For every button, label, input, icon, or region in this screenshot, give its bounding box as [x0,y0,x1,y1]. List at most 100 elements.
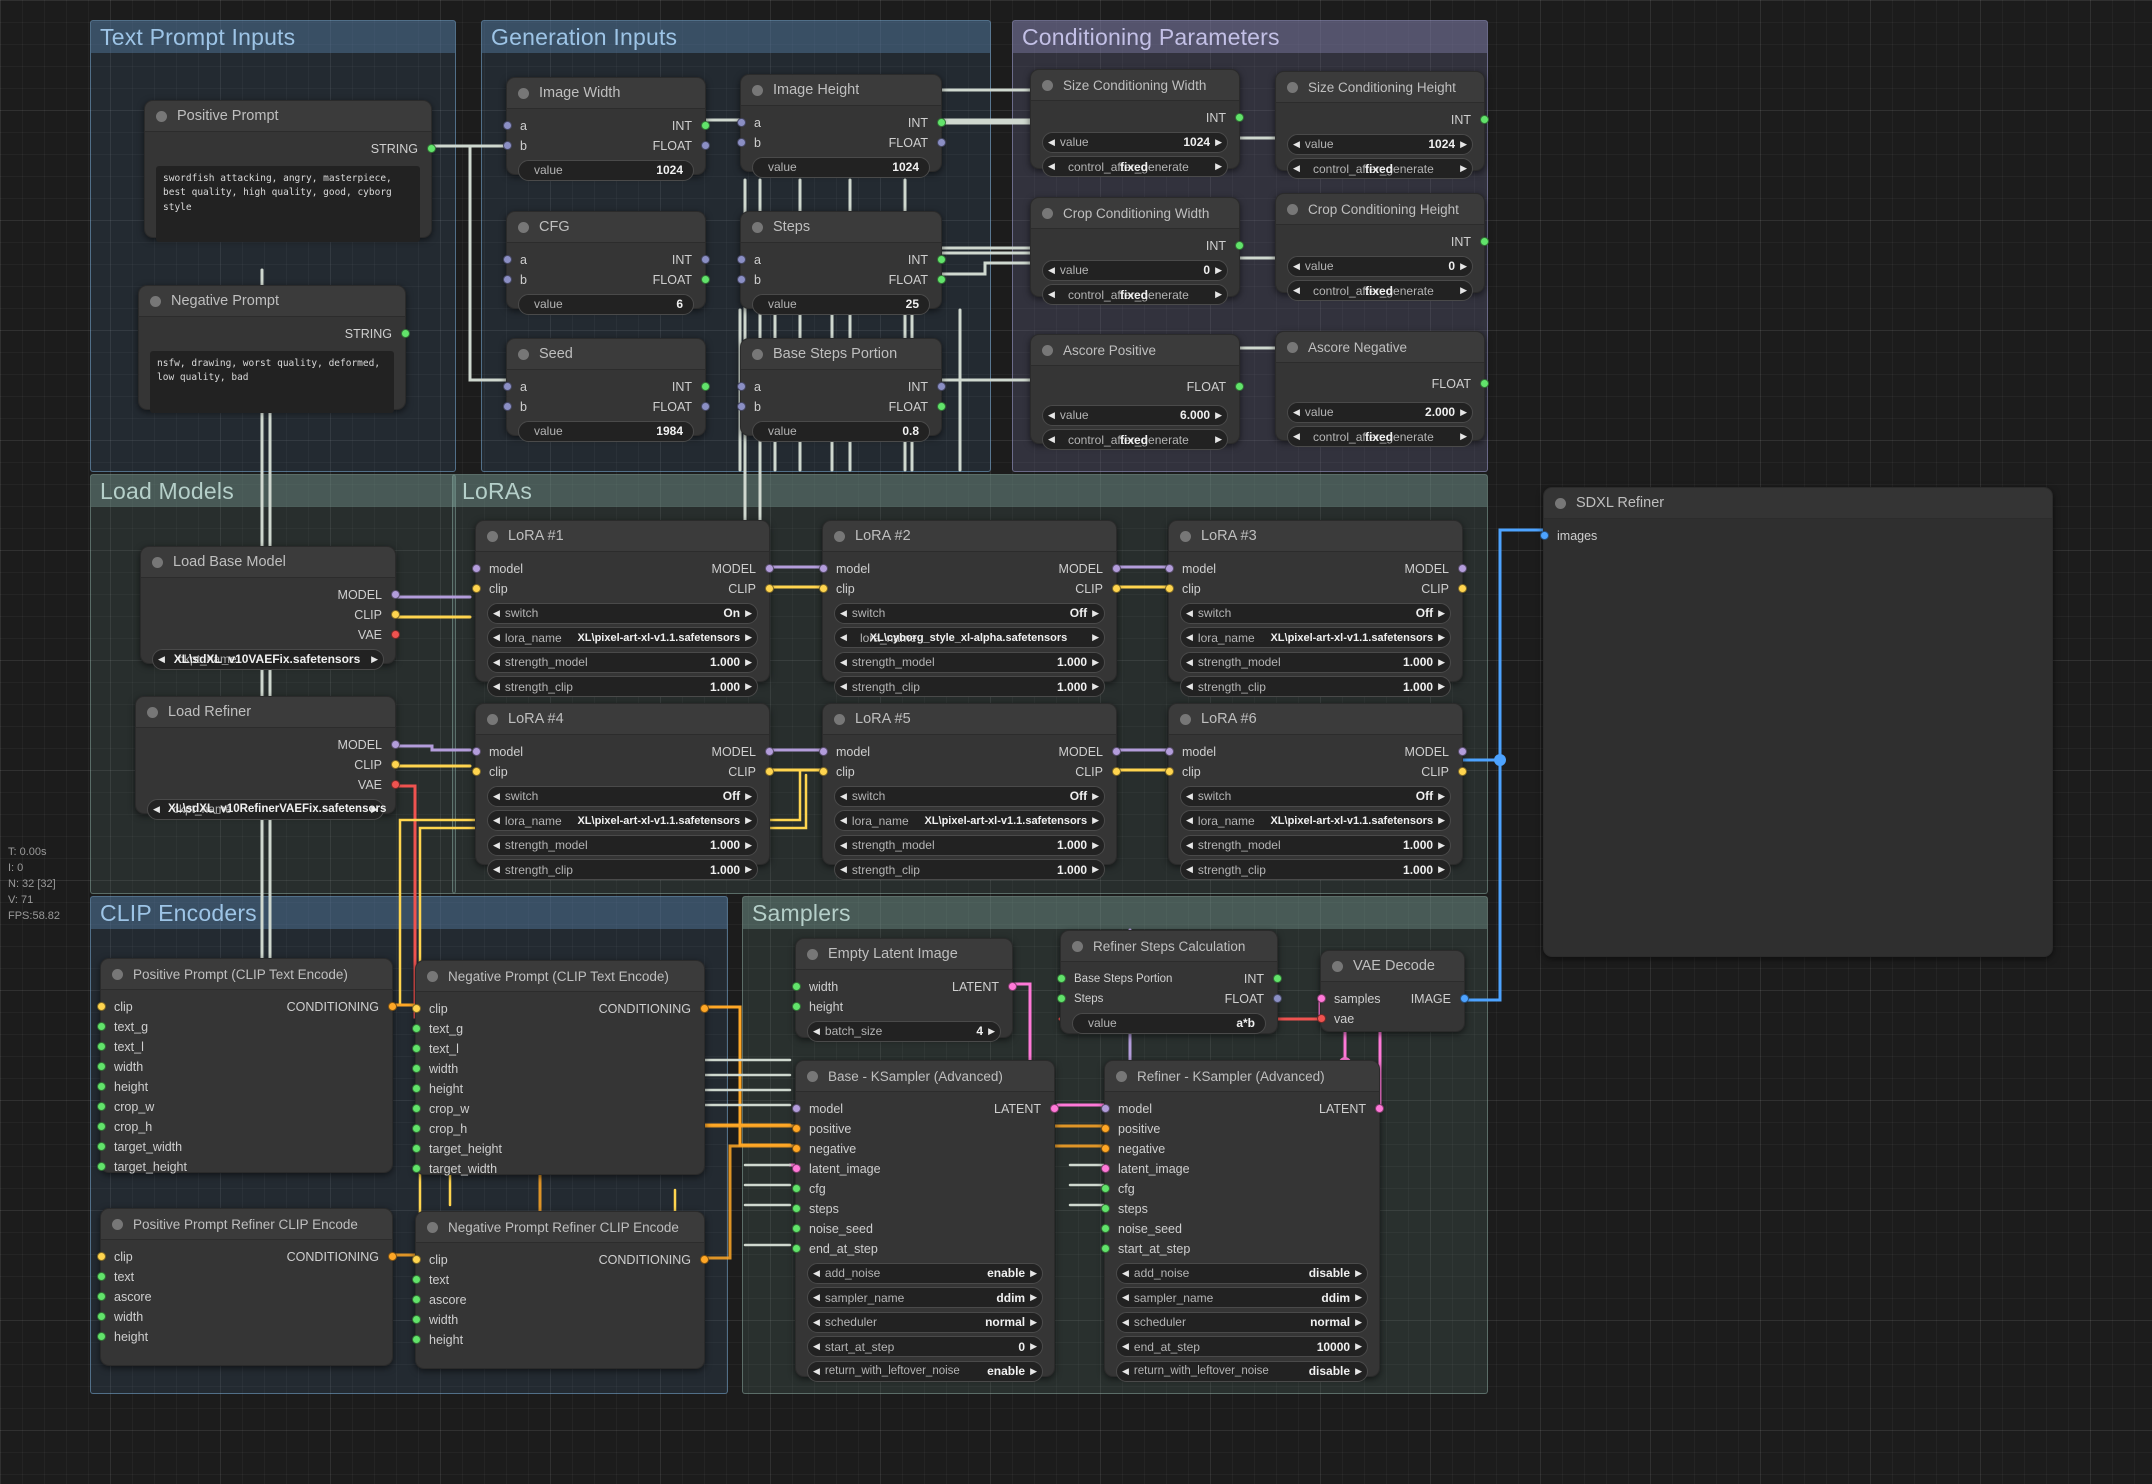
slot-positive[interactable]: positive [1100,1119,1379,1139]
collapse-dot-icon[interactable] [1180,530,1191,542]
widget-strength-clip[interactable]: ◀ strength_clip 1.000 ▶ [487,859,758,880]
output-pin[interactable] [1111,747,1121,756]
chevron-left-icon[interactable]: ◀ [1122,1366,1129,1376]
input-pin[interactable] [736,255,746,264]
output-pin[interactable] [1479,379,1489,388]
chevron-left-icon[interactable]: ◀ [1186,657,1193,667]
widget-start-at-step[interactable]: ◀ start_at_step 0 ▶ [807,1336,1043,1357]
chevron-right-icon[interactable]: ▶ [1092,608,1099,618]
output-pin[interactable] [700,255,710,264]
output-pin[interactable] [390,740,400,749]
chevron-right-icon[interactable]: ▶ [1030,1366,1037,1376]
slot-clip[interactable]: clip CONDITIONING [411,999,709,1019]
slot-b-float[interactable]: b FLOAT [736,270,946,290]
chevron-right-icon[interactable]: ▶ [1092,816,1099,825]
output-pin[interactable] [764,747,774,756]
widget-strength-model[interactable]: ◀ strength_model 1.000 ▶ [1180,651,1451,673]
input-pin[interactable] [1056,974,1066,983]
chevron-right-icon[interactable]: ▶ [745,633,752,642]
widget-sampler-name[interactable]: ◀ sampler_name ddim ▶ [1116,1287,1368,1308]
collapse-dot-icon[interactable] [807,948,818,960]
node-header[interactable]: Negative Prompt [139,286,405,317]
node-positive-refiner-clip-encode[interactable]: Positive Prompt Refiner CLIP Encode clip… [96,1208,397,1366]
slot-text-l[interactable]: text_l [96,1037,392,1057]
chevron-left-icon[interactable]: ◀ [840,633,847,642]
chevron-right-icon[interactable]: ▶ [1438,816,1445,825]
input-pin[interactable] [96,1272,106,1281]
widget-value-stepper[interactable]: ◀ value 0 ▶ [1042,259,1228,281]
slot-steps[interactable]: Steps FLOAT [1056,989,1282,1009]
collapse-dot-icon[interactable] [1287,341,1298,353]
node-empty-latent-image[interactable]: Empty Latent Image width LATENT height ◀… [791,938,1017,1042]
input-pin[interactable] [736,382,746,391]
output-pin[interactable] [390,590,400,599]
output-pin[interactable] [1479,115,1489,124]
slot-vae[interactable]: vae [1316,1009,1464,1029]
chevron-left-icon[interactable]: ◀ [1186,791,1193,801]
chevron-left-icon[interactable]: ◀ [1048,162,1055,171]
input-pin[interactable] [791,1224,801,1233]
chevron-right-icon[interactable]: ▶ [1460,432,1467,441]
chevron-right-icon[interactable]: ▶ [1092,633,1099,642]
output-pin[interactable] [1111,767,1121,776]
input-pin[interactable] [502,141,512,150]
slot-a-int[interactable]: a INT [502,116,710,136]
collapse-dot-icon[interactable] [150,295,161,307]
output-pin[interactable] [1479,237,1489,246]
node-image-height[interactable]: Image Height a INT b FLOAT value 1024 [736,74,946,178]
output-slot-float[interactable]: FLOAT [1031,373,1244,401]
collapse-dot-icon[interactable] [1072,940,1083,952]
widget-switch[interactable]: ◀ switch Off ▶ [1180,785,1451,807]
node-vae-decode[interactable]: VAE Decode samples IMAGE vae [1316,950,1469,1032]
output-pin[interactable] [764,584,774,593]
collapse-dot-icon[interactable] [1287,203,1298,215]
input-pin[interactable] [96,1292,106,1301]
slot-height[interactable]: height [96,1327,392,1347]
input-pin[interactable] [411,1164,421,1173]
input-pin[interactable] [471,584,481,593]
node-header[interactable]: SDXL Refiner [1544,488,2052,519]
collapse-dot-icon[interactable] [752,348,763,360]
chevron-left-icon[interactable]: ◀ [1122,1293,1129,1302]
widget-value[interactable]: value 0.8 [752,420,930,442]
chevron-right-icon[interactable]: ▶ [1438,633,1445,642]
widget-batch-size[interactable]: ◀ batch_size 4 ▶ [807,1020,1001,1042]
chevron-left-icon[interactable]: ◀ [1048,435,1055,444]
input-pin[interactable] [96,1122,106,1131]
chevron-left-icon[interactable]: ◀ [1186,633,1193,642]
chevron-left-icon[interactable]: ◀ [1293,164,1300,173]
input-pin[interactable] [1164,747,1174,756]
slot-a-int[interactable]: a INT [502,377,710,397]
node-header[interactable]: Base Steps Portion [741,339,941,370]
node-header[interactable]: Positive Prompt Refiner CLIP Encode [101,1209,392,1240]
node-negative-prompt[interactable]: Negative Prompt STRING nsfw, drawing, wo… [138,285,410,413]
positive-prompt-textarea[interactable]: swordfish attacking, angry, masterpiece,… [156,166,420,242]
chevron-right-icon[interactable]: ▶ [1438,865,1445,874]
collapse-dot-icon[interactable] [752,84,763,96]
collapse-dot-icon[interactable] [1042,344,1053,356]
chevron-left-icon[interactable]: ◀ [840,682,847,691]
input-pin[interactable] [502,121,512,130]
output-pin[interactable] [1374,1104,1384,1113]
input-pin[interactable] [96,1042,106,1051]
slot-crop-h[interactable]: crop_h [96,1117,392,1137]
chevron-left-icon[interactable]: ◀ [813,1342,820,1351]
output-pin[interactable] [1049,1104,1059,1113]
chevron-left-icon[interactable]: ◀ [1048,290,1055,299]
input-pin[interactable] [791,1104,801,1113]
slot-model[interactable]: model LATENT [1100,1099,1384,1119]
input-pin[interactable] [791,1244,801,1253]
widget-lora-name[interactable]: ◀ lora_name XL\pixel-art-xl-v1.1.safeten… [1180,810,1451,831]
chevron-right-icon[interactable]: ▶ [1215,137,1222,147]
chevron-left-icon[interactable]: ◀ [1293,407,1300,417]
output-pin[interactable] [699,1255,709,1264]
chevron-right-icon[interactable]: ▶ [1030,1342,1037,1351]
widget-switch[interactable]: ◀ switch Off ▶ [834,785,1105,807]
chevron-left-icon[interactable]: ◀ [840,816,847,825]
chevron-right-icon[interactable]: ▶ [1215,290,1222,299]
input-pin[interactable] [502,255,512,264]
slot-height[interactable]: height [96,1077,392,1097]
node-negative-refiner-clip-encode[interactable]: Negative Prompt Refiner CLIP Encode clip… [411,1211,709,1369]
output-pin[interactable] [1234,241,1244,250]
node-header[interactable]: Negative Prompt Refiner CLIP Encode [416,1212,704,1243]
